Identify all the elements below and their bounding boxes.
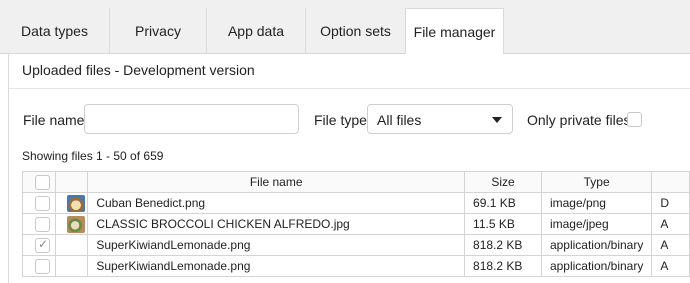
tab-option-sets[interactable]: Option sets	[305, 8, 405, 53]
size-cell: 11.5 KB	[464, 213, 542, 235]
row-checkbox[interactable]	[35, 196, 50, 211]
thumbnail-header	[54, 171, 89, 193]
row-checkbox-cell	[22, 213, 56, 235]
row-checkbox-cell	[22, 192, 56, 214]
only-private-label: Only private files	[527, 112, 631, 128]
type-cell: application/binary	[540, 234, 653, 256]
row-checkbox-cell	[22, 255, 56, 277]
size-cell: 69.1 KB	[464, 192, 542, 214]
file-name-cell: SuperKiwiandLemonade.png	[87, 234, 466, 256]
select-all-checkbox[interactable]	[35, 175, 50, 190]
file-name-input[interactable]	[84, 104, 299, 134]
file-name-cell: SuperKiwiandLemonade.png	[87, 255, 466, 277]
thumbnail-cell	[54, 234, 89, 256]
extra-cell: A	[651, 234, 690, 256]
file-type-selected-value: All files	[377, 112, 422, 128]
tab-app-data[interactable]: App data	[206, 8, 305, 53]
files-table: File name Size Type Cuban Benedict.png 6…	[22, 171, 690, 277]
row-checkbox[interactable]	[35, 259, 50, 274]
tab-label: File manager	[413, 23, 496, 40]
type-cell: image/png	[540, 192, 653, 214]
only-private-checkbox[interactable]	[627, 112, 642, 127]
select-all-cell	[22, 171, 56, 193]
tab-file-manager[interactable]: File manager	[405, 8, 504, 54]
table-header-row: File name Size Type	[22, 171, 690, 193]
tab-label: Data types	[21, 22, 88, 39]
table-row[interactable]: CLASSIC BROCCOLI CHICKEN ALFREDO.jpg 11.…	[22, 213, 690, 235]
showing-count: Showing files 1 - 50 of 659	[22, 149, 164, 163]
type-cell: application/binary	[540, 255, 653, 277]
tab-bar: Data types Privacy App data Option sets …	[0, 0, 690, 54]
thumbnail-cell	[54, 213, 89, 235]
row-checkbox-cell	[22, 234, 56, 256]
tab-privacy[interactable]: Privacy	[109, 8, 206, 53]
broccoli-chicken-thumbnail	[66, 216, 85, 233]
row-checkbox[interactable]	[35, 217, 50, 232]
file-name-cell: Cuban Benedict.png	[87, 192, 466, 214]
row-checkbox-checked[interactable]	[35, 237, 50, 253]
size-cell: 818.2 KB	[464, 234, 542, 256]
tab-label: App data	[227, 22, 285, 39]
file-type-label: File type	[314, 112, 367, 128]
extra-header	[651, 171, 690, 193]
size-cell: 818.2 KB	[464, 255, 542, 277]
extra-cell: A	[651, 213, 690, 235]
table-row[interactable]: SuperKiwiandLemonade.png 818.2 KB applic…	[22, 234, 690, 256]
cuban-benedict-thumbnail	[66, 195, 85, 212]
tab-data-types[interactable]: Data types	[0, 8, 109, 53]
extra-cell: A	[651, 255, 690, 277]
size-header[interactable]: Size	[464, 171, 542, 193]
divider	[9, 88, 690, 89]
tab-label: Privacy	[135, 22, 181, 39]
file-name-label: File name	[23, 112, 85, 128]
table-row[interactable]: Cuban Benedict.png 69.1 KB image/png D	[22, 192, 690, 214]
type-cell: image/jpeg	[540, 213, 653, 235]
thumbnail-cell	[54, 192, 89, 214]
thumbnail-cell	[54, 255, 89, 277]
extra-cell: D	[651, 192, 690, 214]
file-name-header[interactable]: File name	[87, 171, 466, 193]
file-type-select[interactable]: All files	[367, 104, 513, 134]
file-name-cell: CLASSIC BROCCOLI CHICKEN ALFREDO.jpg	[87, 213, 466, 235]
table-row[interactable]: SuperKiwiandLemonade.png 818.2 KB applic…	[22, 255, 690, 277]
type-header[interactable]: Type	[540, 171, 653, 193]
caret-down-icon	[492, 117, 502, 123]
panel-title: Uploaded files - Development version	[22, 62, 255, 78]
tab-label: Option sets	[320, 22, 391, 39]
